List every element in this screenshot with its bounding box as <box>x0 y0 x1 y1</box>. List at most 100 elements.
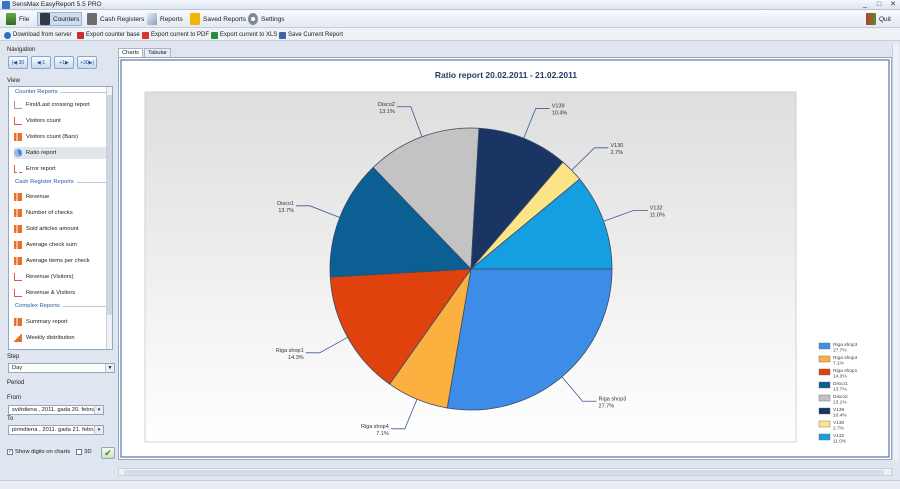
view-list-scrollbar[interactable] <box>106 87 112 349</box>
to-date-picker[interactable]: pirmdiena , 2011. gada 21. februārī ▾ <box>8 425 104 435</box>
legend-swatch-riga-shop1 <box>818 368 831 376</box>
view-item-weekly-distribution[interactable]: Weekly distribution <box>14 332 106 344</box>
nav-back-1-button[interactable]: ◀ -1 <box>31 56 51 69</box>
legend-label-disco2: Disco2 <box>833 394 848 400</box>
slice-label-v132: V132 <box>650 205 663 211</box>
menu-saved-reports-label: Saved Reports <box>203 15 246 23</box>
export-counter-base-button[interactable]: Export counter base <box>77 30 140 40</box>
scrollbar-thumb[interactable] <box>124 470 884 475</box>
right-scrollbar[interactable] <box>892 44 899 460</box>
slice-label-disco2: Disco2 <box>378 102 395 108</box>
view-item-revenue-and-visitors[interactable]: Revenue & Visitors <box>14 287 106 299</box>
menu-bar: File Counters Cash Registers Reports Sav… <box>0 10 900 28</box>
section-counter-reports: Counter Reports <box>15 89 107 95</box>
view-item-average-items-per-check[interactable]: Average items per check <box>14 255 106 267</box>
export-xls-label: Export current to XLS <box>220 32 278 38</box>
from-date-picker[interactable]: svētdiena , 2011. gada 20. februārī ▾ <box>8 405 104 415</box>
ratio-pie-chart: Ratio report 20.02.2011 - 21.02.2011 Rig… <box>120 59 890 458</box>
legend-value-v139: 10.4% <box>833 413 847 419</box>
export-pdf-button[interactable]: Export current to PDF <box>142 30 209 40</box>
tab-tabular[interactable]: Tabular <box>144 48 172 57</box>
view-item-first-last-crossing[interactable]: First/Last crossing report <box>14 99 106 111</box>
horizontal-scrollbar[interactable] <box>118 468 892 476</box>
nav-forward-1-button[interactable]: +1 ▶ <box>54 56 74 69</box>
bar-chart-icon <box>14 209 22 217</box>
step-label: Step <box>7 354 20 360</box>
nav-back-30-label: -30 <box>16 59 25 66</box>
nav-forward-30-button[interactable]: +30 ▶| <box>77 56 97 69</box>
slice-value-disco1: 13.7% <box>278 208 294 214</box>
quit-button[interactable]: Quit <box>864 12 893 26</box>
navigation-buttons: |◀ -30 ◀ -1 +1 ▶ +30 ▶| <box>8 56 97 69</box>
toolbar: Download from server Export counter base… <box>0 28 900 41</box>
view-item-summary-report[interactable]: Summary report <box>14 316 106 328</box>
legend-value-riga-shop4: 7.1% <box>833 361 845 367</box>
nav-forward-1-label: +1 <box>59 59 65 66</box>
line-chart-icon <box>14 117 22 125</box>
saved-reports-icon <box>190 13 200 25</box>
title-bar: SensMax EasyReport 5.5 PRO _ □ ✕ <box>0 0 900 10</box>
view-item-error-report[interactable]: Error report <box>14 163 106 175</box>
view-item-label: Average items per check <box>26 258 90 264</box>
checkmark-icon: ✔ <box>104 448 112 458</box>
line-chart-icon <box>14 101 22 109</box>
export-xls-button[interactable]: Export current to XLS <box>211 30 277 40</box>
three-d-checkbox[interactable] <box>76 449 83 455</box>
from-date-value: svētdiena , 2011. gada 20. februārī <box>12 407 102 413</box>
chevron-down-icon: ▼ <box>105 364 114 372</box>
download-from-server-button[interactable]: Download from server <box>4 30 72 40</box>
section-complex-reports-title: Complex Reports <box>15 303 60 309</box>
menu-cash-registers[interactable]: Cash Registers <box>85 12 146 26</box>
nav-back-30-button[interactable]: |◀ -30 <box>8 56 28 69</box>
menu-counters[interactable]: Counters <box>37 12 83 26</box>
view-item-visitors-count[interactable]: Visitors count <box>14 115 106 127</box>
legend-swatch-disco2 <box>818 394 831 402</box>
from-label: From <box>7 395 21 401</box>
calendar-icon: ▾ <box>94 426 103 434</box>
slice-label-v130: V130 <box>610 143 623 149</box>
view-item-visitors-count-bars[interactable]: Visitors count (Bars) <box>14 131 106 143</box>
slice-value-riga-shop1: 14.3% <box>288 355 304 361</box>
view-item-average-check-sum[interactable]: Average check sum <box>14 239 106 251</box>
line-chart-icon <box>14 273 22 281</box>
file-icon <box>6 13 16 25</box>
menu-settings[interactable]: Settings <box>246 12 287 26</box>
menu-saved-reports[interactable]: Saved Reports <box>188 12 248 26</box>
section-cash-register-reports-title: Cash Register Reports <box>15 179 74 185</box>
view-item-label: Visitors count <box>26 118 61 124</box>
window-title: SensMax EasyReport 5.5 PRO <box>12 1 102 8</box>
view-item-label: Average check sum <box>26 242 77 248</box>
legend-swatch-riga-shop3 <box>818 342 831 350</box>
view-item-sold-articles-amount[interactable]: Sold articles amount <box>14 223 106 235</box>
legend-swatch-riga-shop4 <box>818 355 831 363</box>
view-item-label: Ratio report <box>26 150 57 156</box>
apply-button[interactable]: ✔ <box>101 447 115 459</box>
view-item-ratio-report[interactable]: Ratio report <box>14 147 106 159</box>
tab-charts[interactable]: Charts <box>118 48 144 57</box>
menu-reports[interactable]: Reports <box>145 12 185 26</box>
view-item-label: Revenue (Visitors) <box>26 274 74 280</box>
bar-chart-icon <box>14 241 22 249</box>
close-button[interactable]: ✕ <box>886 0 900 9</box>
bar-chart-icon <box>14 193 22 201</box>
save-current-report-label: Save Current Report <box>288 32 344 38</box>
view-item-revenue-visitors[interactable]: Revenue (Visitors) <box>14 271 106 283</box>
step-select[interactable]: Day ▼ <box>8 363 115 373</box>
view-item-label: Number of checks <box>26 210 73 216</box>
view-item-number-of-checks[interactable]: Number of checks <box>14 207 106 219</box>
menu-reports-label: Reports <box>160 15 183 23</box>
save-current-report-button[interactable]: Save Current Report <box>279 30 343 40</box>
legend-swatch-v130 <box>818 420 831 428</box>
section-counter-reports-title: Counter Reports <box>15 89 58 95</box>
menu-file[interactable]: File <box>4 12 31 26</box>
view-item-revenue[interactable]: Revenue <box>14 191 106 203</box>
app-icon <box>2 1 10 9</box>
to-label: To <box>7 416 14 422</box>
slice-value-v139: 10.4% <box>552 111 568 117</box>
scrollbar-thumb[interactable] <box>107 95 112 315</box>
view-item-label: Error report <box>26 166 56 172</box>
minimize-button[interactable]: _ <box>858 0 872 9</box>
show-digits-checkbox[interactable]: ✓ <box>7 449 13 455</box>
legend-swatch-v132 <box>818 433 831 441</box>
maximize-button[interactable]: □ <box>872 0 886 9</box>
